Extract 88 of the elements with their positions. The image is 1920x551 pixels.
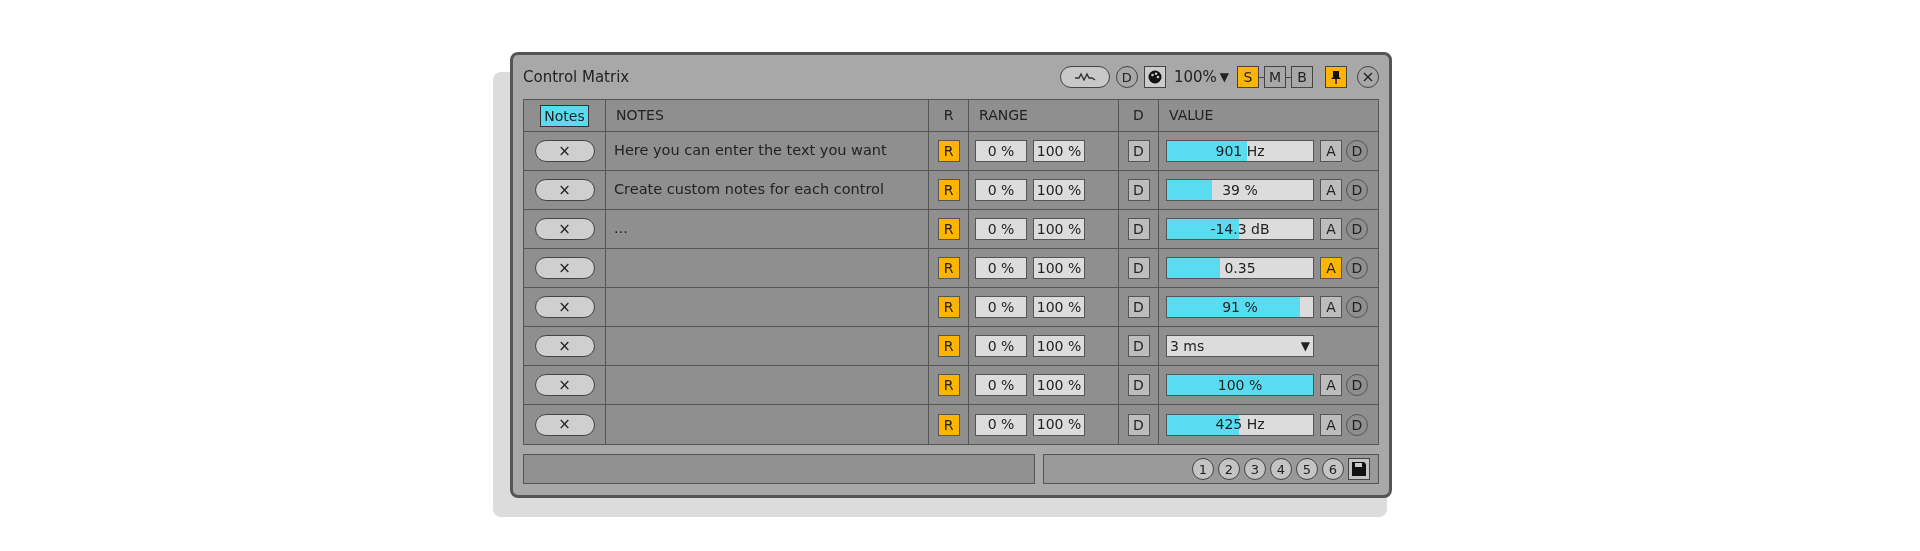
value-text: 901 Hz xyxy=(1215,141,1265,161)
pin-button[interactable] xyxy=(1325,66,1347,88)
automation-toggle[interactable]: A xyxy=(1320,374,1342,396)
automation-toggle[interactable]: A xyxy=(1320,218,1342,240)
value-text: 39 % xyxy=(1222,180,1258,200)
remove-button[interactable]: × xyxy=(534,179,595,201)
value-slider[interactable]: 0.35 xyxy=(1166,257,1314,279)
range-max-field[interactable]: 100 % xyxy=(1033,179,1085,201)
remove-button[interactable]: × xyxy=(534,257,595,279)
random-toggle[interactable]: R xyxy=(937,218,960,240)
mode-button[interactable]: M xyxy=(1264,66,1286,88)
column-header: D xyxy=(1133,106,1144,125)
range-min-field[interactable]: 0 % xyxy=(975,140,1027,162)
value-dropdown[interactable]: 3 ms ▼ xyxy=(1166,335,1314,357)
preset-button[interactable]: 6 xyxy=(1322,458,1344,480)
range-max-field[interactable]: 100 % xyxy=(1033,335,1085,357)
pin-icon xyxy=(1331,70,1341,84)
remove-button[interactable]: × xyxy=(534,374,595,396)
default-button[interactable]: D xyxy=(1127,374,1150,396)
preset-button[interactable]: 5 xyxy=(1296,458,1318,480)
range-max-field[interactable]: 100 % xyxy=(1033,140,1085,162)
default-button[interactable]: D xyxy=(1127,140,1150,162)
random-toggle[interactable]: R xyxy=(937,257,960,279)
range-max-field[interactable]: 100 % xyxy=(1033,374,1085,396)
range-min-field[interactable]: 0 % xyxy=(975,374,1027,396)
range-min-field[interactable]: 0 % xyxy=(975,296,1027,318)
value-slider[interactable]: 100 % xyxy=(1166,374,1314,396)
remove-button[interactable]: × xyxy=(534,413,595,436)
value-slider[interactable]: 901 Hz xyxy=(1166,140,1314,162)
remove-button[interactable]: × xyxy=(534,296,595,318)
range-max-field[interactable]: 100 % xyxy=(1033,296,1085,318)
value-text: 0.35 xyxy=(1224,258,1256,278)
automation-toggle[interactable]: A xyxy=(1320,257,1342,279)
note-text: Create custom notes for each control xyxy=(614,180,884,200)
caret-icon: ▼ xyxy=(1300,337,1310,355)
range-max-field[interactable]: 100 % xyxy=(1033,218,1085,240)
value-text: 91 % xyxy=(1222,297,1258,317)
range-max-field[interactable]: 100 % xyxy=(1033,257,1085,279)
remove-button[interactable]: × xyxy=(534,335,595,357)
range-max-field[interactable]: 100 % xyxy=(1033,413,1085,436)
default-button[interactable]: D xyxy=(1127,296,1150,318)
default-button[interactable]: D xyxy=(1127,413,1150,436)
range-min-field[interactable]: 0 % xyxy=(975,335,1027,357)
save-icon xyxy=(1351,461,1367,477)
column-header: NOTES xyxy=(616,106,664,125)
random-toggle[interactable]: R xyxy=(937,296,960,318)
range-min-field[interactable]: 0 % xyxy=(975,257,1027,279)
column-header: RANGE xyxy=(979,106,1028,125)
automation-toggle[interactable]: A xyxy=(1320,413,1342,436)
default-button[interactable]: D xyxy=(1127,218,1150,240)
save-button[interactable] xyxy=(1348,458,1370,480)
random-toggle[interactable]: R xyxy=(937,179,960,201)
random-toggle[interactable]: R xyxy=(937,374,960,396)
random-toggle[interactable]: R xyxy=(937,413,960,436)
note-text: Here you can enter the text you want xyxy=(614,141,887,161)
caret-icon: ▼ xyxy=(1219,68,1229,86)
notes-toggle[interactable]: Notes xyxy=(540,104,589,127)
remove-button[interactable]: × xyxy=(534,218,595,240)
zoom-dropdown[interactable]: 100% ▼ xyxy=(1173,65,1229,89)
range-min-field[interactable]: 0 % xyxy=(975,179,1027,201)
window-title: Control Matrix xyxy=(523,66,630,88)
automation-toggle[interactable]: A xyxy=(1320,179,1342,201)
value-slider[interactable]: 39 % xyxy=(1166,179,1314,201)
preset-button[interactable]: 4 xyxy=(1270,458,1292,480)
column-header: VALUE xyxy=(1169,106,1214,125)
default-button[interactable]: D xyxy=(1127,257,1150,279)
palette-icon xyxy=(1147,70,1162,84)
mode-button[interactable]: S xyxy=(1237,66,1259,88)
random-toggle[interactable]: R xyxy=(937,335,960,357)
waveform-icon xyxy=(1073,72,1096,82)
preset-button[interactable]: 3 xyxy=(1244,458,1266,480)
preset-button[interactable]: 2 xyxy=(1218,458,1240,480)
value-slider[interactable]: 91 % xyxy=(1166,296,1314,318)
column-header: R xyxy=(943,106,954,125)
range-min-field[interactable]: 0 % xyxy=(975,218,1027,240)
automation-toggle[interactable]: A xyxy=(1320,296,1342,318)
default-button[interactable]: D xyxy=(1127,179,1150,201)
mode-button[interactable]: B xyxy=(1291,66,1313,88)
random-toggle[interactable]: R xyxy=(937,140,960,162)
automation-toggle[interactable]: A xyxy=(1320,140,1342,162)
note-text: ... xyxy=(614,219,628,239)
preset-button[interactable]: 1 xyxy=(1192,458,1214,480)
remove-button[interactable]: × xyxy=(534,140,595,162)
palette-button[interactable] xyxy=(1143,66,1166,88)
waveform-button[interactable] xyxy=(1059,66,1110,88)
value-text: 100 % xyxy=(1217,375,1263,395)
default-button[interactable]: D xyxy=(1127,335,1150,357)
range-min-field[interactable]: 0 % xyxy=(975,413,1027,436)
